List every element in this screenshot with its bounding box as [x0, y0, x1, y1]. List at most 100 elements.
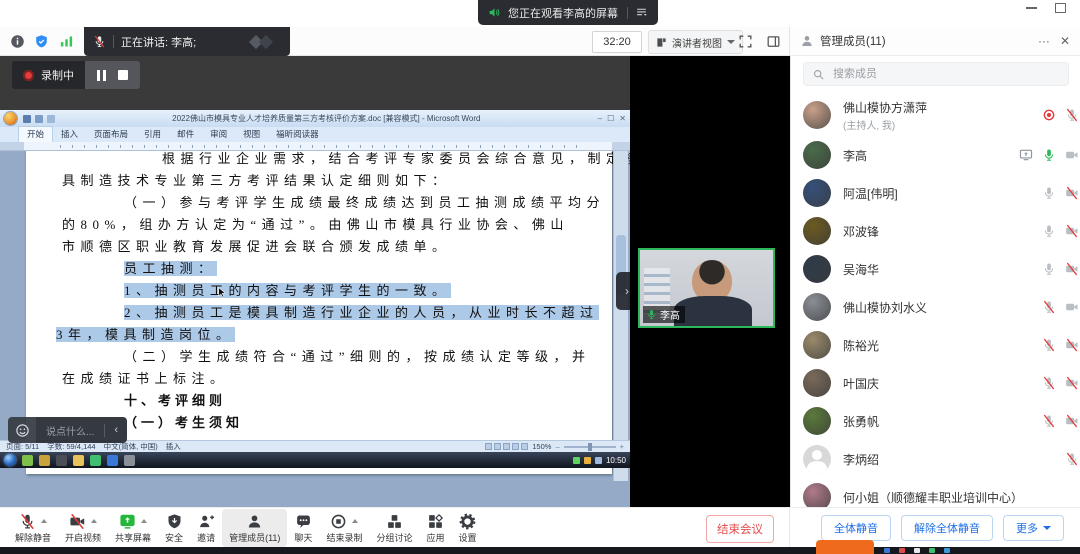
- camera-on-icon[interactable]: [1065, 300, 1079, 314]
- taskbar-app-icon[interactable]: [914, 548, 920, 553]
- mic-idle-icon[interactable]: [1042, 186, 1056, 200]
- chevron-up-icon[interactable]: [91, 519, 97, 523]
- zoom-slider[interactable]: [564, 446, 616, 448]
- taskbar-app-icon[interactable]: [107, 455, 118, 466]
- chevron-up-icon[interactable]: [352, 519, 358, 523]
- quick-access-toolbar[interactable]: [23, 115, 55, 123]
- taskbar-app-icon[interactable]: [899, 548, 905, 553]
- taskbar-app-icon[interactable]: [944, 548, 950, 553]
- mic-muted-icon[interactable]: [1065, 108, 1079, 122]
- info-icon[interactable]: [10, 34, 25, 49]
- mic-muted-icon[interactable]: [1042, 376, 1056, 390]
- toolbar-shield-dark-button[interactable]: 安全: [158, 509, 190, 547]
- record-dot-icon[interactable]: [1042, 108, 1056, 122]
- mic-muted-icon[interactable]: [1042, 300, 1056, 314]
- member-search[interactable]: [803, 62, 1069, 86]
- ribbon-tab-视图[interactable]: 视图: [235, 127, 268, 142]
- taskbar-app-icon[interactable]: [929, 548, 935, 553]
- mic-muted-icon[interactable]: [1042, 414, 1056, 428]
- toolbar-camera-muted-dark-button[interactable]: 开启视频: [58, 509, 108, 547]
- taskbar-app-icon[interactable]: [56, 455, 67, 466]
- toolbar-chat-button[interactable]: 聊天: [287, 509, 319, 547]
- tray-icon[interactable]: [573, 457, 580, 464]
- member-row[interactable]: 陈裕光: [791, 326, 1080, 364]
- ribbon-tab-引用[interactable]: 引用: [136, 127, 169, 142]
- taskbar-orange-app-icon[interactable]: [816, 540, 874, 554]
- camera-muted-icon[interactable]: [1065, 338, 1079, 352]
- member-row[interactable]: 邓波锋: [791, 212, 1080, 250]
- taskbar-app-icon[interactable]: [73, 455, 84, 466]
- mic-muted-icon[interactable]: [1042, 338, 1056, 352]
- more-options-button[interactable]: ···: [1038, 34, 1050, 48]
- member-row[interactable]: 佛山模协刘水义: [791, 288, 1080, 326]
- camera-on-icon[interactable]: [1065, 148, 1079, 162]
- view-mode-button[interactable]: 演讲者视图: [648, 30, 743, 54]
- unmute-all-button[interactable]: 解除全体静音: [901, 515, 993, 541]
- office-button[interactable]: [4, 112, 17, 125]
- more-button[interactable]: 更多: [1003, 515, 1064, 541]
- mic-muted-icon[interactable]: [1065, 452, 1079, 466]
- watching-banner[interactable]: 您正在观看李高的屏幕: [478, 0, 658, 25]
- signal-icon[interactable]: [59, 34, 74, 49]
- taskbar-app-icon[interactable]: [90, 455, 101, 466]
- toolbar-invite-button[interactable]: 邀请: [190, 509, 222, 547]
- member-row[interactable]: 李高: [791, 136, 1080, 174]
- member-row[interactable]: 何小姐（顺德耀丰职业培训中心）: [791, 478, 1080, 507]
- end-meeting-button[interactable]: 结束会议: [706, 515, 774, 543]
- member-row[interactable]: 阿温[伟明]: [791, 174, 1080, 212]
- minimize-button[interactable]: [1026, 7, 1037, 9]
- mute-all-button[interactable]: 全体静音: [821, 515, 891, 541]
- emoji-button[interactable]: [8, 417, 36, 443]
- taskbar-app-icon[interactable]: [22, 455, 33, 466]
- collapse-chat-button[interactable]: ‹: [105, 424, 127, 436]
- toolbar-mic-muted-dark-button[interactable]: 解除静音: [8, 509, 58, 547]
- camera-muted-icon[interactable]: [1065, 376, 1079, 390]
- chat-quick-bar[interactable]: 说点什么... ‹: [8, 417, 127, 443]
- screen-share-icon[interactable]: [1019, 148, 1033, 162]
- vertical-scrollbar[interactable]: [613, 151, 628, 481]
- toolbar-members-button[interactable]: 管理成员(11): [222, 509, 287, 547]
- member-row[interactable]: 李炳绍: [791, 440, 1080, 478]
- taskbar-app-icon[interactable]: [884, 548, 890, 553]
- word-window-controls[interactable]: –☐✕: [598, 114, 626, 123]
- search-input[interactable]: [831, 67, 1035, 81]
- close-panel-button[interactable]: ✕: [1060, 34, 1070, 48]
- camera-muted-icon[interactable]: [1065, 414, 1079, 428]
- side-panel-button[interactable]: [762, 31, 784, 51]
- stop-recording-button[interactable]: [118, 70, 128, 80]
- list-menu-icon[interactable]: [635, 6, 648, 19]
- member-row[interactable]: 吴海华: [791, 250, 1080, 288]
- chat-input-placeholder[interactable]: 说点什么...: [36, 423, 104, 438]
- taskbar-app-icon[interactable]: [39, 455, 50, 466]
- start-button[interactable]: [4, 454, 16, 466]
- shield-icon[interactable]: [34, 34, 49, 49]
- ribbon-tab-福昕阅读器[interactable]: 福昕阅读器: [268, 127, 327, 142]
- ribbon-tab-开始[interactable]: 开始: [18, 126, 53, 142]
- ribbon-tab-插入[interactable]: 插入: [53, 127, 86, 142]
- toolbar-settings-button[interactable]: 设置: [451, 509, 483, 547]
- maximize-button[interactable]: [1055, 3, 1066, 13]
- member-row[interactable]: 张勇帆: [791, 402, 1080, 440]
- toolbar-screen-share-green-button[interactable]: 共享屏幕: [108, 509, 158, 547]
- toolbar-stop-record-button[interactable]: 结束录制: [319, 509, 369, 547]
- mic-idle-icon[interactable]: [1042, 224, 1056, 238]
- ribbon-tab-审阅[interactable]: 审阅: [202, 127, 235, 142]
- chevron-up-icon[interactable]: [141, 519, 147, 523]
- camera-muted-icon[interactable]: [1065, 186, 1079, 200]
- ribbon-tab-邮件[interactable]: 邮件: [169, 127, 202, 142]
- mic-on-icon[interactable]: [1042, 148, 1056, 162]
- fullscreen-button[interactable]: [734, 31, 756, 51]
- chevron-up-icon[interactable]: [41, 519, 47, 523]
- camera-muted-icon[interactable]: [1065, 224, 1079, 238]
- toolbar-apps-button[interactable]: 应用: [419, 509, 451, 547]
- taskbar-app-icon[interactable]: [124, 455, 135, 466]
- member-row[interactable]: 佛山模协方潇萍(主持人, 我): [791, 94, 1080, 136]
- member-row[interactable]: 叶国庆: [791, 364, 1080, 402]
- tray-icon[interactable]: [595, 457, 602, 464]
- ribbon-tab-页面布局[interactable]: 页面布局: [86, 127, 136, 142]
- pause-recording-button[interactable]: [97, 70, 106, 81]
- view-mode-icons[interactable]: [485, 443, 528, 450]
- mic-idle-icon[interactable]: [1042, 262, 1056, 276]
- zoom-in-button[interactable]: +: [620, 442, 624, 451]
- document-area[interactable]: 根据行业企业需求，结合考评专家委员会综合意见，制定模具制造技术专业第三方考评结果…: [0, 151, 630, 550]
